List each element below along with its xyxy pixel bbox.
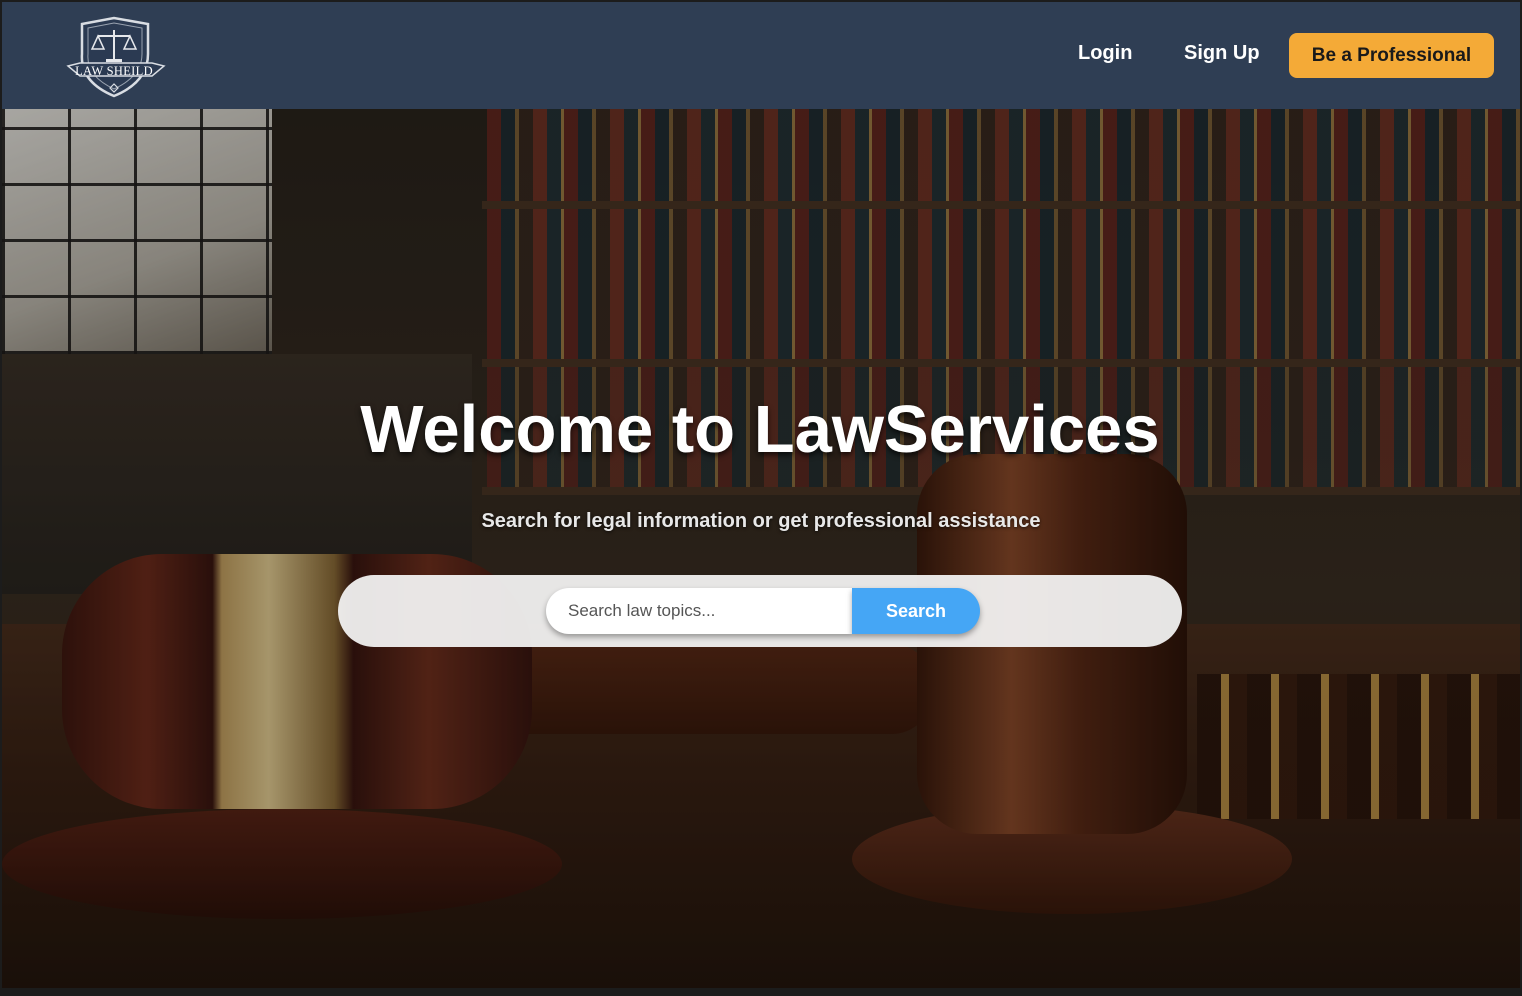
hero-section: Welcome to LawServices Search for legal … <box>2 109 1520 988</box>
signup-link[interactable]: Sign Up <box>1184 42 1260 65</box>
login-link[interactable]: Login <box>1078 42 1132 65</box>
search-input[interactable] <box>546 588 852 634</box>
navbar: LAW SHEILD Login Sign Up Be a Profession… <box>2 2 1520 109</box>
hero-dim-overlay <box>2 109 1520 988</box>
search-button[interactable]: Search <box>852 588 980 634</box>
hero-subtitle: Search for legal information or get prof… <box>481 510 1041 532</box>
search-bar: Search <box>338 575 1182 647</box>
scales-shield-icon <box>66 16 166 98</box>
hero-title: Welcome to LawServices <box>360 392 1160 467</box>
be-a-professional-button[interactable]: Be a Professional <box>1289 33 1494 78</box>
app-frame: LAW SHEILD Login Sign Up Be a Profession… <box>2 2 1520 988</box>
site-logo[interactable]: LAW SHEILD <box>66 16 166 100</box>
logo-text: LAW SHEILD <box>75 64 153 78</box>
